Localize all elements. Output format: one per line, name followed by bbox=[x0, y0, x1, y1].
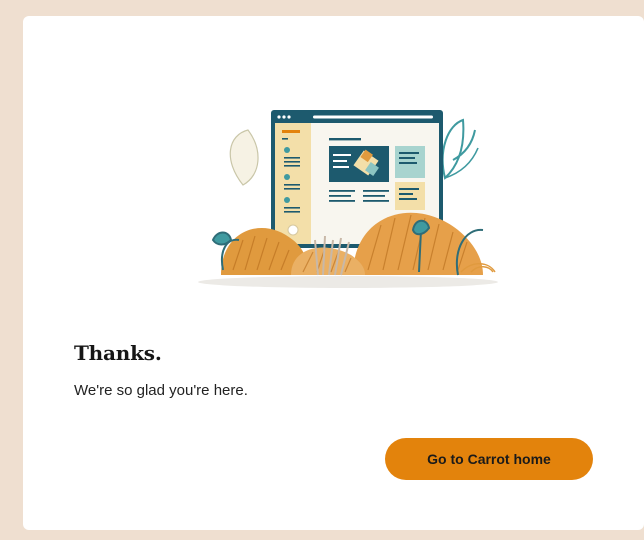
thanks-heading: Thanks. bbox=[74, 341, 162, 365]
laptop-illustration bbox=[198, 110, 498, 288]
confirmation-card: Thanks. We're so glad you're here. Go to… bbox=[23, 16, 644, 530]
welcome-message: We're so glad you're here. bbox=[74, 382, 248, 399]
go-to-carrot-home-button[interactable]: Go to Carrot home bbox=[385, 438, 593, 480]
